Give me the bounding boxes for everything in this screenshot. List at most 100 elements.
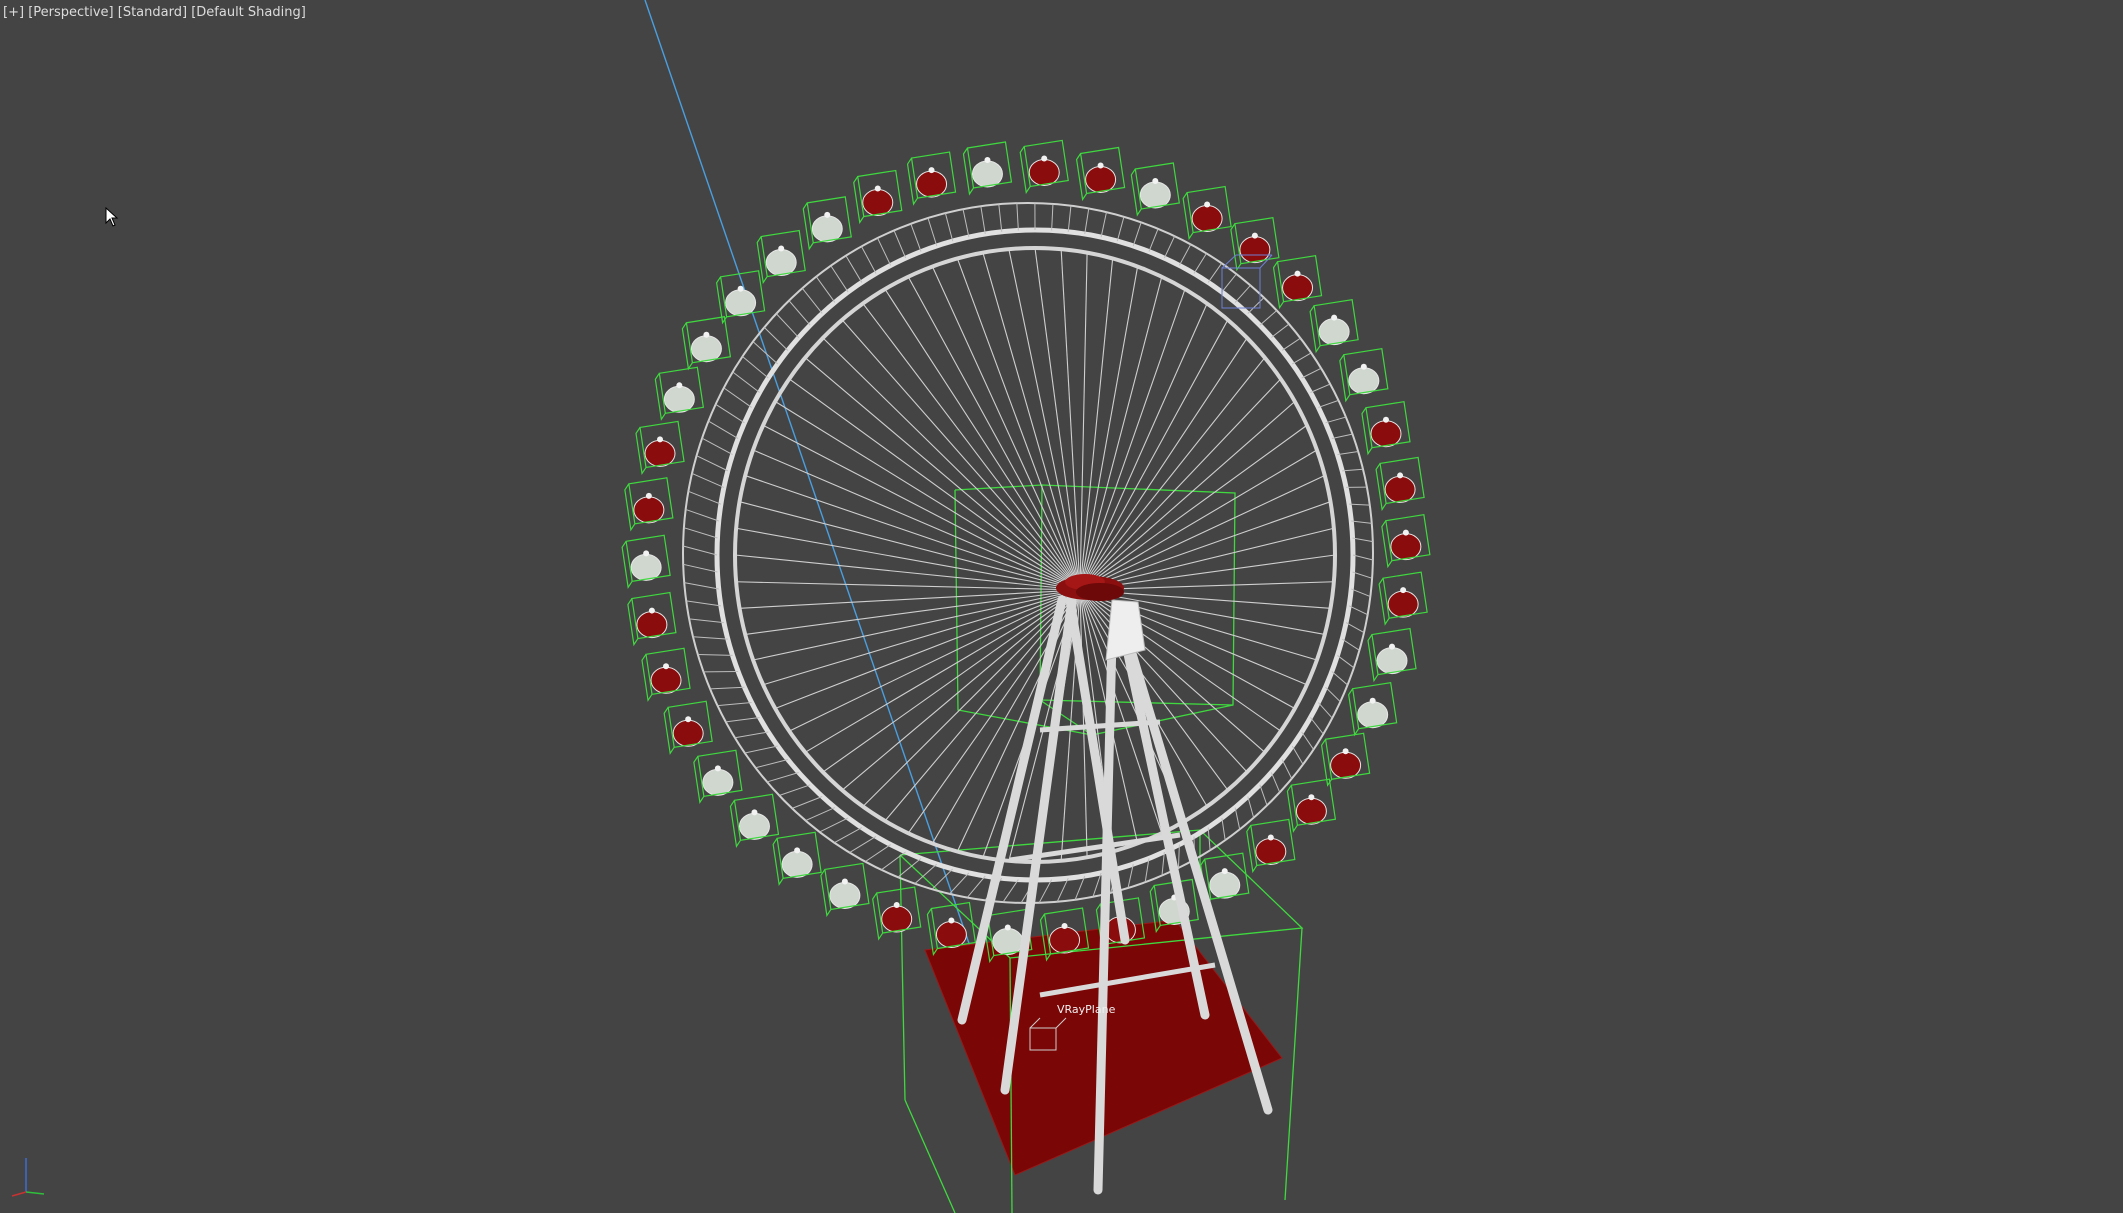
truss-strut (682, 545, 718, 556)
cabin[interactable] (1367, 627, 1417, 683)
truss-strut (1132, 222, 1142, 247)
cabin[interactable] (1320, 732, 1371, 787)
cabin-body (650, 666, 682, 694)
cabin[interactable] (693, 749, 743, 804)
truss-strut (1221, 273, 1237, 293)
truss-strut (1038, 879, 1053, 904)
cabin-hanger (794, 847, 801, 854)
truss-strut (1259, 784, 1268, 806)
cabin-body (633, 496, 665, 524)
cabin[interactable] (663, 700, 713, 755)
cabin[interactable] (872, 886, 922, 941)
cabin-hanger (1221, 868, 1228, 875)
cabin[interactable] (1246, 818, 1296, 874)
cabin[interactable] (1286, 778, 1337, 833)
cabin[interactable] (962, 141, 1013, 196)
cabin[interactable] (1361, 401, 1411, 456)
truss-strut (779, 784, 811, 796)
truss-strut (1067, 205, 1072, 232)
truss-strut (1270, 772, 1281, 793)
truss-strut (1331, 433, 1353, 440)
cabin-body (765, 249, 797, 277)
cabin-body (1209, 871, 1241, 899)
cabin[interactable] (1309, 298, 1359, 354)
cabin-hanger (1204, 201, 1211, 208)
cabin[interactable] (1339, 348, 1389, 403)
cabin[interactable] (853, 169, 903, 225)
cabin[interactable] (1375, 456, 1425, 512)
truss-strut (788, 300, 811, 326)
cabin-hanger (1402, 529, 1409, 536)
cabin[interactable] (1182, 185, 1232, 241)
truss-strut (715, 403, 745, 424)
truss-strut (1002, 879, 1019, 903)
scene-render[interactable]: VRayPlane (0, 0, 2123, 1213)
cabin-body (672, 719, 704, 747)
cabin-hanger (1251, 232, 1258, 239)
cabin-hanger (703, 331, 710, 338)
cabin-hanger (657, 436, 664, 443)
cabin[interactable] (772, 831, 822, 886)
perspective-viewport[interactable]: [+] [Perspective] [Standard] [Default Sh… (0, 0, 2123, 1213)
cabin[interactable] (621, 534, 671, 589)
cabin[interactable] (1378, 571, 1428, 626)
truss-strut (725, 717, 760, 723)
cabin[interactable] (1230, 216, 1280, 272)
truss-strut (1341, 638, 1360, 651)
cabin[interactable] (820, 862, 870, 918)
truss-strut (1301, 367, 1322, 379)
cabin-body (1049, 926, 1081, 954)
cabin[interactable] (1019, 139, 1069, 195)
cabin-hanger (645, 492, 652, 499)
cabin[interactable] (627, 591, 677, 647)
truss-strut (881, 851, 906, 871)
truss-strut (752, 341, 779, 365)
cabin-hanger (1331, 314, 1338, 321)
cabin[interactable] (756, 229, 806, 285)
cabin[interactable] (1381, 513, 1431, 569)
cabin-body (781, 850, 813, 878)
cabin[interactable] (1348, 682, 1398, 737)
cabin[interactable] (802, 196, 852, 251)
truss-strut (1292, 352, 1312, 365)
cabin-hanger (893, 902, 900, 909)
truss-strut (1193, 253, 1207, 274)
cabin[interactable] (641, 647, 691, 702)
cabin[interactable] (681, 316, 732, 371)
cabin-body (935, 921, 967, 949)
cabin-hanger (1382, 416, 1389, 423)
truss-strut (1318, 399, 1339, 408)
cabin[interactable] (1272, 254, 1323, 310)
truss-strut (701, 437, 733, 456)
cabin-body (881, 905, 913, 933)
cabin[interactable] (729, 793, 780, 848)
rim-truss (682, 203, 1374, 904)
cabin[interactable] (1130, 162, 1180, 217)
truss-strut (801, 287, 823, 314)
cabin-body (992, 928, 1024, 956)
truss-strut (1310, 717, 1324, 735)
truss-strut (849, 836, 877, 853)
cabin-body (702, 768, 734, 796)
cabin[interactable] (906, 151, 957, 206)
cabin[interactable] (624, 477, 674, 532)
cabin-hanger (841, 878, 848, 885)
truss-strut (893, 230, 907, 259)
cabin[interactable] (654, 366, 705, 421)
cabin-body (1384, 475, 1416, 503)
cabin-hanger (778, 245, 785, 252)
cabin[interactable] (635, 420, 685, 476)
cabin[interactable] (1075, 146, 1126, 202)
spoke (1079, 527, 1334, 591)
outer-rim (714, 227, 1356, 883)
truss-strut (763, 326, 789, 351)
spoke (739, 501, 1081, 591)
truss-strut (744, 745, 778, 754)
truss-strut (1148, 228, 1159, 252)
truss-strut (686, 600, 721, 607)
cabin-hanger (948, 917, 955, 924)
truss-strut (1051, 203, 1054, 231)
cabin-hanger (824, 211, 831, 218)
truss-strut (684, 582, 719, 590)
truss-strut (864, 844, 891, 863)
